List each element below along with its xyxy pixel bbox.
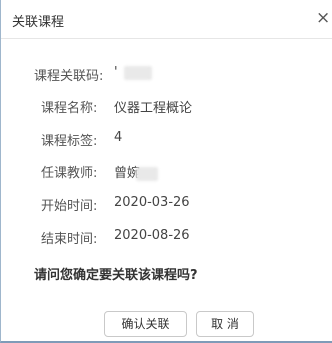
teacher-label: 任课教师:	[41, 166, 98, 181]
start-date-label: 开始时间:	[41, 199, 98, 214]
start-date-value: 2020-03-26	[114, 195, 190, 210]
dialog-title: 关联课程	[12, 15, 65, 30]
course-code-text: '	[114, 65, 118, 80]
course-name-label: 课程名称:	[41, 101, 98, 116]
dialog-titlebar: 关联课程 ×	[1, 0, 332, 39]
course-code-value: '	[114, 65, 152, 80]
course-code-label: 课程关联码:	[34, 69, 104, 84]
redacted-name-mask	[136, 166, 159, 181]
redacted-code-mask	[123, 65, 152, 80]
end-date-value: 2020-08-26	[114, 228, 190, 243]
associate-course-dialog: 关联课程 × 课程关联码: ' 课程名称: 仪器工程概论 课程标签: 4 任课教…	[0, 0, 332, 343]
confirm-question: 请问您确定要关联该课程吗?	[34, 268, 198, 283]
cancel-button[interactable]: 取 消	[196, 311, 254, 337]
end-date-label: 结束时间:	[41, 232, 98, 247]
teacher-value: 曾婉	[114, 162, 159, 181]
course-tag-value: 4	[114, 130, 123, 145]
confirm-associate-button[interactable]: 确认关联	[104, 311, 187, 337]
course-name-value: 仪器工程概论	[114, 101, 193, 116]
course-tag-label: 课程标签:	[41, 134, 98, 149]
close-icon[interactable]: ×	[316, 8, 330, 28]
